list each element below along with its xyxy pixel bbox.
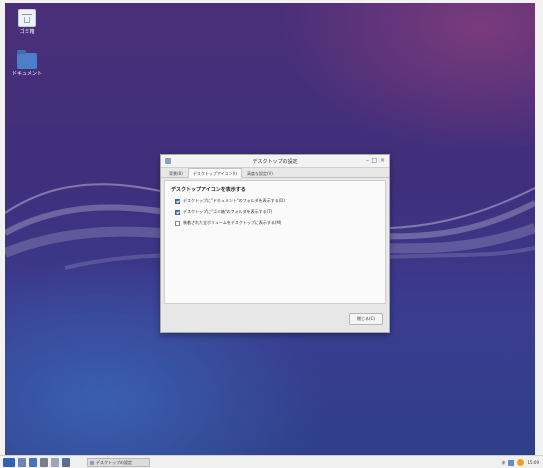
option-show-trash[interactable]: デスクトップに"ゴミ箱"のフォルダを表示する(T) <box>175 209 379 215</box>
maximize-button[interactable]: □ <box>371 157 377 165</box>
taskbar-task-desktop-settings[interactable]: デスクトップの設定 <box>87 458 150 467</box>
dialog-title: デスクトップの設定 <box>252 159 298 165</box>
tab-desktop-icons[interactable]: デスクトップアイコン(I) <box>187 168 242 178</box>
option-show-volumes[interactable]: 装着された全ボリュームをデスクトップに表示する(M) <box>175 220 379 226</box>
desktop-icon-documents[interactable]: ドキュメント <box>7 50 47 77</box>
tab-panel: デスクトップアイコンを表示する デスクトップに"ドキュメント"のフォルダを表示す… <box>164 180 386 304</box>
update-notifier-icon[interactable] <box>517 459 525 466</box>
close-button[interactable]: 閉じる(C) <box>349 313 383 325</box>
minimize-button[interactable]: – <box>366 157 369 165</box>
trash-icon <box>18 9 36 27</box>
option-label: デスクトップに"ゴミ箱"のフォルダを表示する(T) <box>183 209 273 214</box>
tab-bar: 背景(B) デスクトップアイコン(I) 高度な設定(V) <box>161 168 389 178</box>
quicklaunch-workspace-icon[interactable] <box>62 458 70 467</box>
close-window-button[interactable]: × <box>380 157 385 165</box>
start-menu-button[interactable] <box>3 458 15 467</box>
taskbar: デスクトップの設定 あ 15:09 <box>0 455 543 468</box>
option-label: 装着された全ボリュームをデスクトップに表示する(M) <box>183 220 282 225</box>
checkbox-show-trash[interactable] <box>175 209 180 215</box>
dialog-titlebar[interactable]: デスクトップの設定 – □ × <box>161 155 389 168</box>
desktop-icon-label: ドキュメント <box>11 71 42 77</box>
tab-advanced[interactable]: 高度な設定(V) <box>242 168 278 178</box>
clock[interactable]: 15:09 <box>527 460 539 465</box>
quicklaunch-browser-icon[interactable] <box>29 458 37 467</box>
checkbox-show-documents[interactable] <box>175 198 180 204</box>
checkbox-show-volumes[interactable] <box>175 220 180 226</box>
desktop-icon-trash[interactable]: ゴミ箱 <box>7 9 47 35</box>
option-label: デスクトップに"ドキュメント"のフォルダを表示する(D) <box>183 198 285 203</box>
network-icon[interactable] <box>508 459 515 466</box>
quicklaunch-desktop-icon[interactable] <box>51 458 59 467</box>
tab-background[interactable]: 背景(B) <box>164 168 188 178</box>
section-title: デスクトップアイコンを表示する <box>171 187 246 193</box>
option-show-documents[interactable]: デスクトップに"ドキュメント"のフォルダを表示する(D) <box>175 198 379 204</box>
ime-indicator[interactable]: あ <box>501 460 505 466</box>
desktop-settings-dialog: デスクトップの設定 – □ × 背景(B) デスクトップアイコン(I) 高度な設… <box>160 154 390 333</box>
quicklaunch-terminal-icon[interactable] <box>40 458 48 467</box>
quicklaunch-file-manager-icon[interactable] <box>18 458 26 467</box>
system-tray: あ 15:09 <box>501 458 539 467</box>
folder-icon <box>17 50 37 69</box>
desktop-icon-label: ゴミ箱 <box>19 29 35 35</box>
